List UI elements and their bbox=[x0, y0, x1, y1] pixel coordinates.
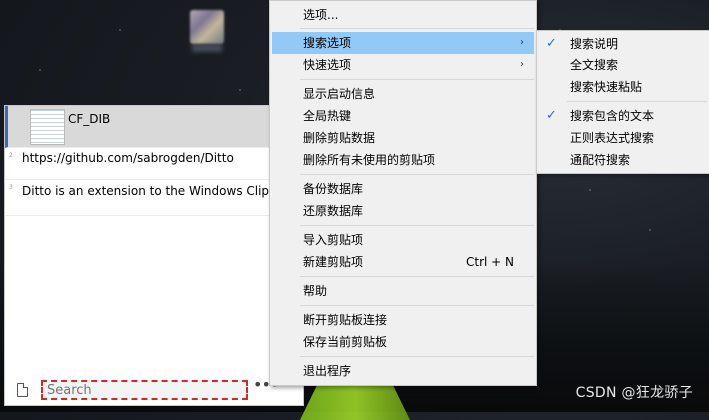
menu-item-label: 选项... bbox=[303, 8, 339, 22]
search-input[interactable] bbox=[41, 380, 248, 400]
clip-text: CF_DIB bbox=[68, 112, 111, 126]
menu-item-label: 帮助 bbox=[303, 284, 328, 298]
desktop-shortcut-icon[interactable] bbox=[190, 10, 224, 44]
search-bar: ••• bbox=[5, 377, 303, 405]
menu-item-global-hotkeys[interactable]: 全局热键 bbox=[272, 105, 534, 127]
checkmark-icon: ✓ bbox=[546, 108, 557, 123]
menu-shortcut: Ctrl + N bbox=[465, 255, 514, 269]
menu-item-label: 保存当前剪贴板 bbox=[303, 335, 388, 349]
ditto-window: CF_DIB 2 https://github.com/sabrogden/Di… bbox=[4, 105, 304, 406]
menu-item-label: 搜索选项 bbox=[303, 36, 352, 50]
menu-separator bbox=[300, 79, 534, 80]
submenu-item-full-text-search[interactable]: 全文搜索 bbox=[539, 54, 707, 76]
menu-item-search-options[interactable]: 搜索选项 › bbox=[272, 32, 534, 54]
menu-item-label: 显示启动信息 bbox=[303, 87, 376, 101]
menu-item-label: 还原数据库 bbox=[303, 204, 364, 218]
menu-item-restore-database[interactable]: 还原数据库 bbox=[272, 200, 534, 222]
clip-row[interactable]: 2 https://github.com/sabrogden/Ditto bbox=[5, 148, 303, 180]
submenu-item-label: 搜索快速粘贴 bbox=[570, 80, 643, 94]
submenu-item-search-contains-text[interactable]: ✓ 搜索包含的文本 bbox=[539, 105, 707, 127]
menu-item-label: 备份数据库 bbox=[303, 182, 364, 196]
menu-separator bbox=[300, 174, 534, 175]
submenu-item-label: 通配符搜索 bbox=[570, 153, 631, 167]
clip-row[interactable]: CF_DIB bbox=[5, 106, 303, 148]
submenu-item-search-description[interactable]: ✓ 搜索说明 bbox=[539, 33, 707, 55]
menu-separator bbox=[300, 305, 534, 306]
search-options-submenu: ✓ 搜索说明 全文搜索 搜索快速粘贴 ✓ 搜索包含的文本 正则表达式搜索 通配符搜索 bbox=[536, 30, 709, 174]
context-menu: 选项... 搜索选项 › 快速选项 › 显示启动信息 全局热键 删除剪贴数据 删除所… bbox=[269, 0, 537, 386]
submenu-item-label: 搜索说明 bbox=[570, 37, 619, 51]
menu-item-label: 导入剪贴项 bbox=[303, 233, 364, 247]
menu-item-label: 全局热键 bbox=[303, 109, 352, 123]
menu-separator bbox=[300, 28, 534, 29]
menu-item-quick-options[interactable]: 快速选项 › bbox=[272, 54, 534, 76]
submenu-arrow-icon: › bbox=[520, 59, 524, 70]
submenu-item-wildcard-search[interactable]: 通配符搜索 bbox=[539, 149, 707, 171]
menu-separator bbox=[300, 356, 534, 357]
document-icon[interactable] bbox=[17, 383, 28, 397]
image-thumbnail-icon bbox=[30, 109, 65, 145]
submenu-item-label: 搜索包含的文本 bbox=[570, 109, 655, 123]
clip-index: 2 bbox=[9, 152, 13, 159]
watermark: CSDN @狂龙骄子 bbox=[575, 385, 693, 401]
menu-item-delete-unused-clips[interactable]: 删除所有未使用的剪贴项 bbox=[272, 149, 534, 171]
clip-text: https://github.com/sabrogden/Ditto bbox=[22, 151, 234, 165]
menu-item-label: 退出程序 bbox=[303, 364, 352, 378]
menu-item-label: 新建剪贴项 bbox=[303, 255, 364, 269]
menu-item-import-clips[interactable]: 导入剪贴项 bbox=[272, 229, 534, 251]
menu-item-delete-clip-data[interactable]: 删除剪贴数据 bbox=[272, 127, 534, 149]
menu-separator bbox=[300, 225, 534, 226]
menu-item-save-current-clipboard[interactable]: 保存当前剪贴板 bbox=[272, 331, 534, 353]
menu-item-help[interactable]: 帮助 bbox=[272, 280, 534, 302]
menu-separator bbox=[300, 276, 534, 277]
menu-item-new-clip[interactable]: 新建剪贴项 Ctrl + N bbox=[272, 251, 534, 273]
submenu-arrow-icon: › bbox=[520, 37, 524, 48]
desktop-shortcut-label bbox=[192, 44, 222, 52]
menu-item-disconnect-clipboard[interactable]: 断开剪贴板连接 bbox=[272, 309, 534, 331]
menu-item-label: 快速选项 bbox=[303, 58, 352, 72]
clip-row[interactable]: 3 Ditto is an extension to the Windows C… bbox=[5, 180, 303, 216]
menu-item-options[interactable]: 选项... bbox=[272, 4, 534, 26]
submenu-item-label: 全文搜索 bbox=[570, 58, 619, 72]
clip-text: Ditto is an extension to the Windows Cli… bbox=[22, 184, 303, 198]
clip-index: 3 bbox=[9, 184, 13, 191]
menu-separator bbox=[567, 101, 707, 102]
menu-item-show-startup-info[interactable]: 显示启动信息 bbox=[272, 83, 534, 105]
menu-item-backup-database[interactable]: 备份数据库 bbox=[272, 178, 534, 200]
menu-item-label: 删除剪贴数据 bbox=[303, 131, 376, 145]
menu-item-label: 断开剪贴板连接 bbox=[303, 313, 388, 327]
clip-list: CF_DIB 2 https://github.com/sabrogden/Di… bbox=[5, 106, 303, 216]
submenu-item-label: 正则表达式搜索 bbox=[570, 131, 655, 145]
menu-item-exit[interactable]: 退出程序 bbox=[272, 360, 534, 382]
submenu-item-search-quick-paste[interactable]: 搜索快速粘贴 bbox=[539, 76, 707, 98]
checkmark-icon: ✓ bbox=[546, 36, 557, 51]
submenu-item-regex-search[interactable]: 正则表达式搜索 bbox=[539, 127, 707, 149]
menu-item-label: 删除所有未使用的剪贴项 bbox=[303, 153, 436, 167]
